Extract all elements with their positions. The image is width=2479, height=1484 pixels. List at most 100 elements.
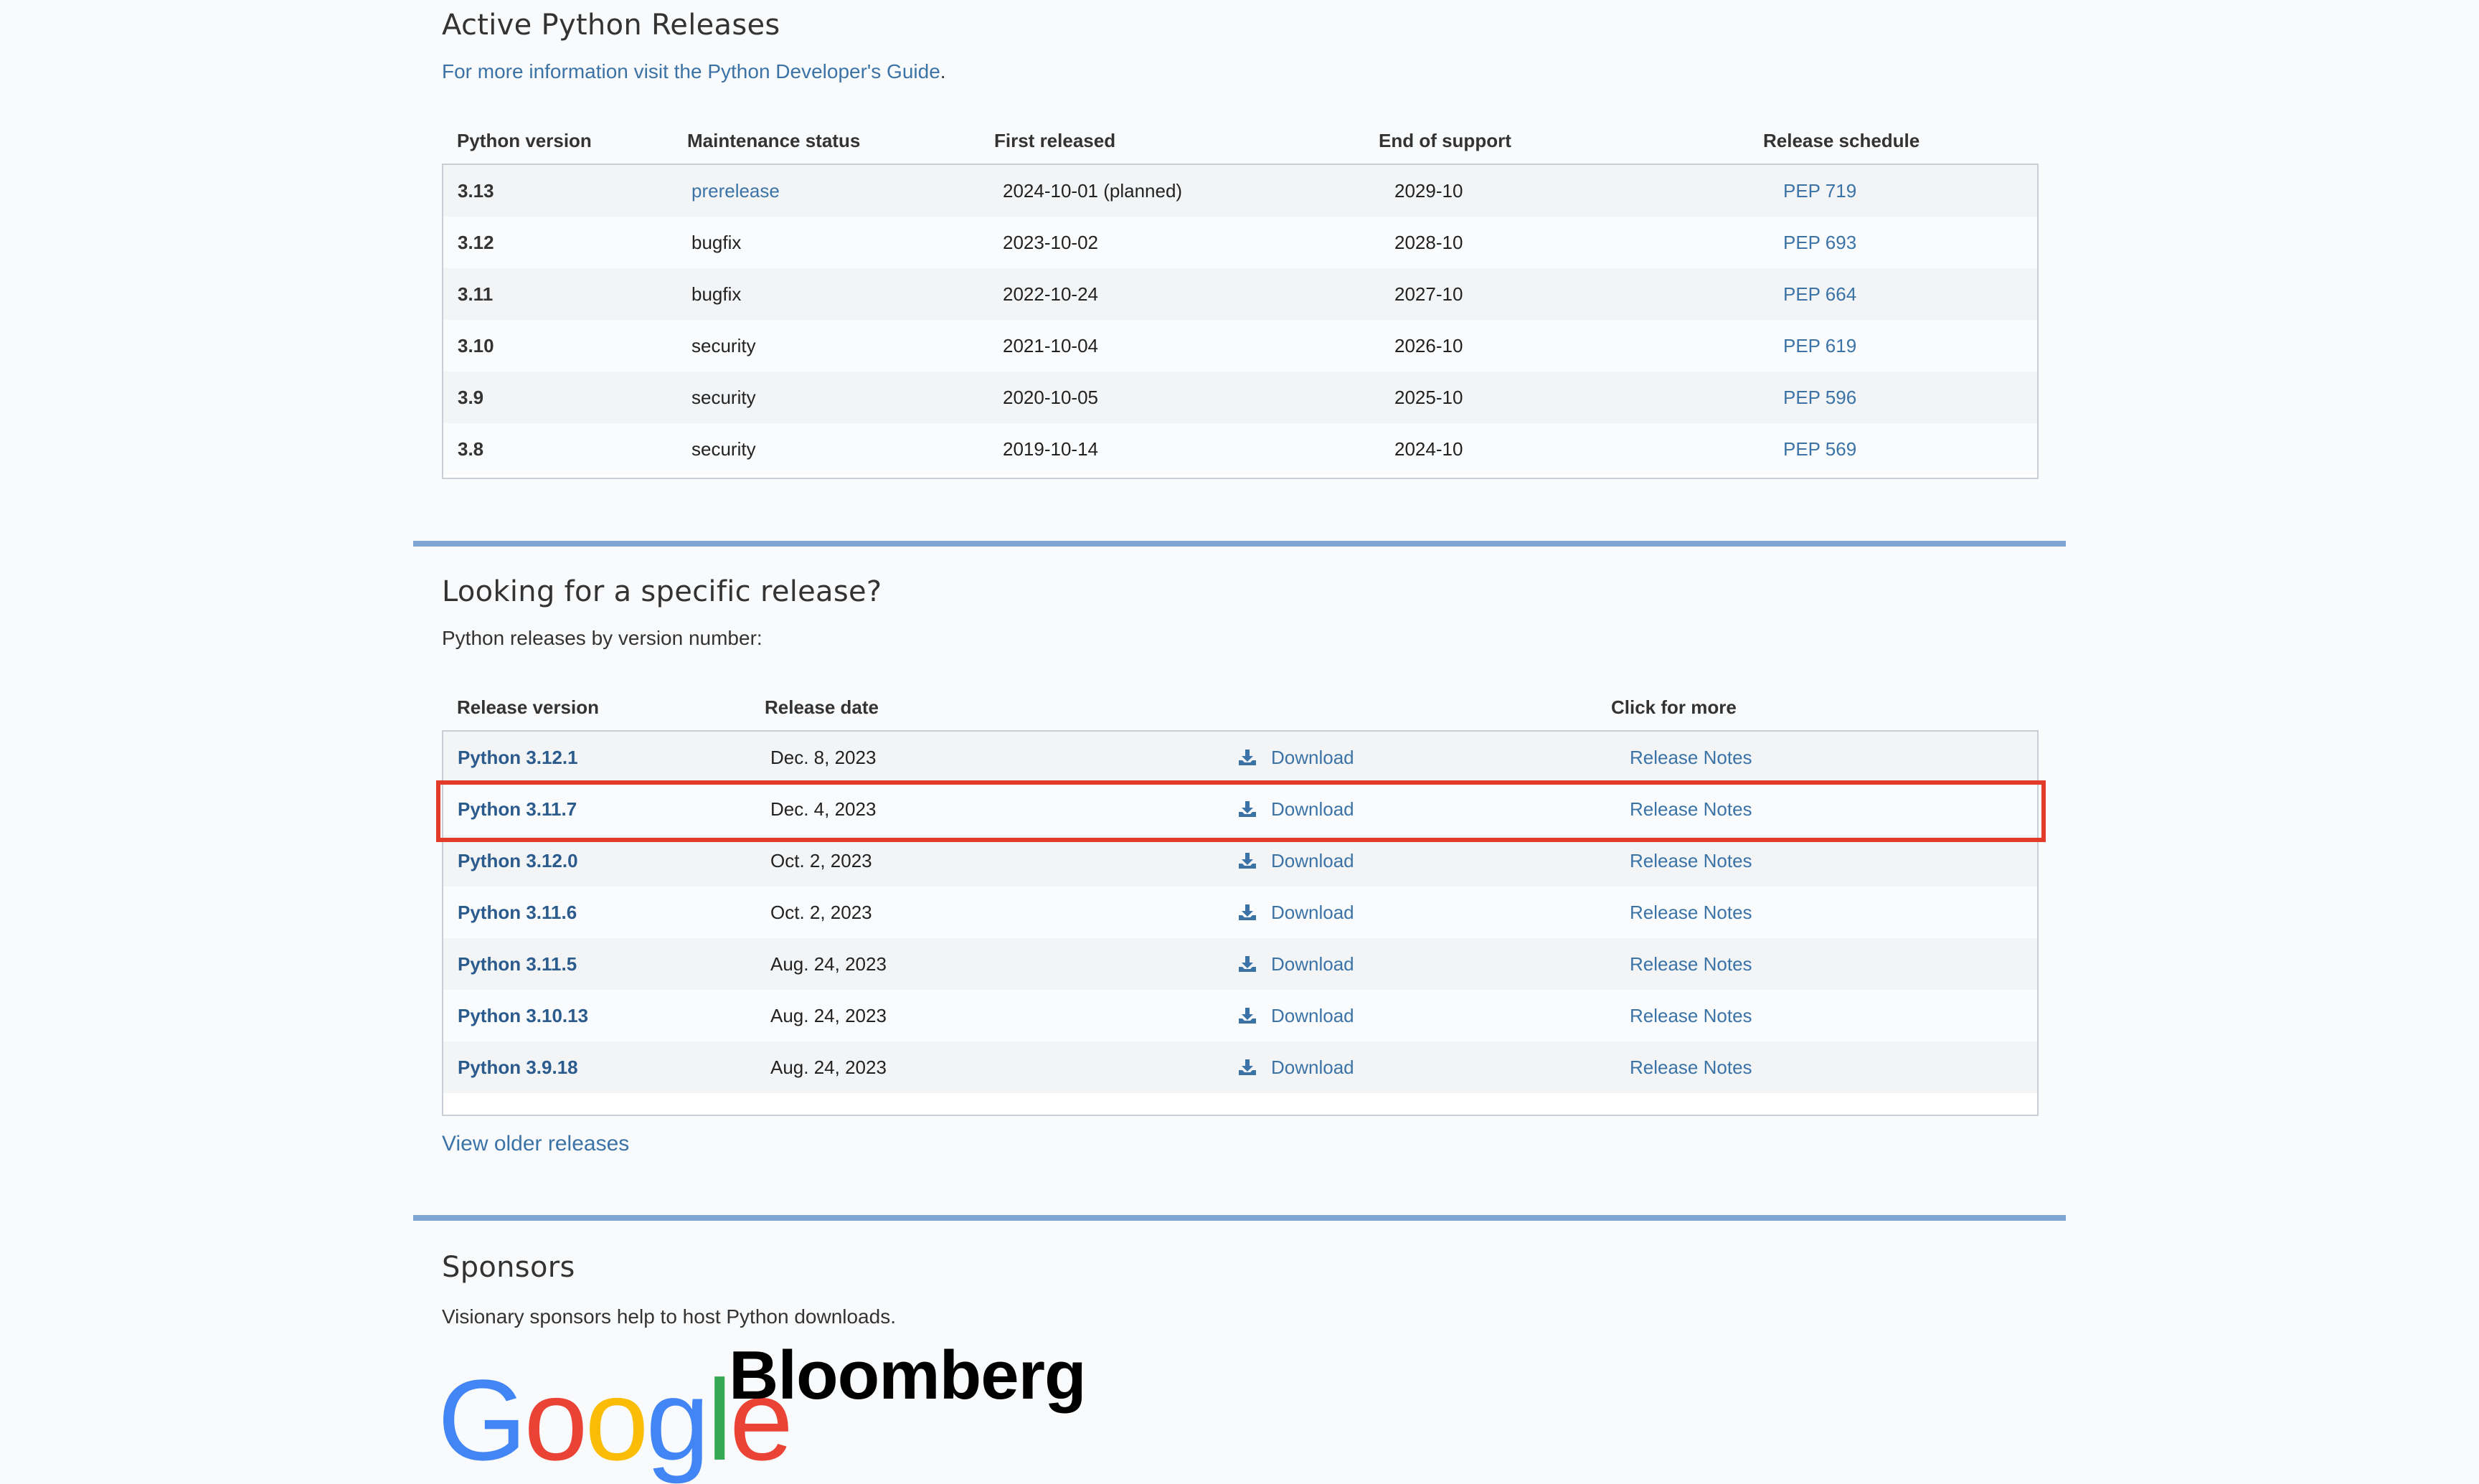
header-maintenance-status: Maintenance status [687,130,861,151]
header-first-released: First released [994,130,1116,151]
end-of-support: 2024-10 [1394,438,1463,460]
python-version: 3.8 [458,438,484,460]
pep-link[interactable]: PEP 596 [1783,372,1856,423]
first-released: 2020-10-05 [1003,387,1098,408]
first-released: 2019-10-14 [1003,438,1098,460]
first-released: 2022-10-24 [1003,283,1098,305]
active-table-header: Python version Maintenance status First … [442,126,2037,164]
python-version: 3.9 [458,387,484,408]
release-version-link[interactable]: Python 3.12.0 [458,835,578,887]
maintenance-status: security [691,387,756,408]
active-releases-info: For more information visit the Python De… [442,60,946,83]
pep-link[interactable]: PEP 693 [1783,217,1856,268]
download-label: Download [1271,1057,1354,1078]
download-link[interactable]: Download [1238,732,1354,783]
release-version-link[interactable]: Python 3.11.5 [458,938,577,990]
bloomberg-logo[interactable]: Bloomberg [729,1341,1087,1410]
end-of-support: 2026-10 [1394,335,1463,356]
release-version-link[interactable]: Python 3.12.1 [458,732,578,783]
release-notes-link[interactable]: Release Notes [1630,732,1752,783]
release-date: Aug. 24, 2023 [770,1057,887,1078]
end-of-support: 2025-10 [1394,387,1463,408]
header-python-version: Python version [457,130,592,151]
pep-link[interactable]: PEP 719 [1783,165,1856,217]
release-notes-link[interactable]: Release Notes [1630,990,1752,1041]
download-icon [1238,941,1257,972]
section-divider-sponsors [413,1215,2066,1221]
release-row: Python 3.9.18 Aug. 24, 2023 Download Releas… [443,1041,2037,1093]
release-notes-link[interactable]: Release Notes [1630,1041,1752,1093]
first-released: 2021-10-04 [1003,335,1098,356]
download-link[interactable]: Download [1238,990,1354,1041]
specific-release-title: Looking for a specific release? [442,575,882,608]
release-row: Python 3.11.6 Oct. 2, 2023 Download Release… [443,887,2037,938]
download-icon [1238,993,1257,1024]
maintenance-status: bugfix [691,283,742,305]
view-older-releases-link[interactable]: View older releases [442,1132,629,1156]
python-version: 3.10 [458,335,494,356]
maintenance-status: security [691,335,756,356]
release-date: Aug. 24, 2023 [770,1005,887,1026]
download-icon [1238,786,1257,817]
downloads-page: Active Python Releases For more informat… [0,0,2479,1478]
download-link[interactable]: Download [1238,938,1354,990]
first-released: 2024-10-01 (planned) [1003,180,1183,202]
python-version: 3.13 [458,180,494,202]
release-notes-link[interactable]: Release Notes [1630,835,1752,887]
specific-release-subtitle: Python releases by version number: [442,627,762,649]
release-date: Oct. 2, 2023 [770,902,872,923]
header-release-schedule: Release schedule [1763,130,1920,151]
release-row: Python 3.12.1 Dec. 8, 2023 Download Release… [443,732,2037,783]
header-end-of-support: End of support [1379,130,1511,151]
pep-link[interactable]: PEP 619 [1783,320,1856,372]
release-row: Python 3.11.7 Dec. 4, 2023 Download Release… [443,783,2037,835]
pep-link[interactable]: PEP 664 [1783,268,1856,320]
release-notes-link[interactable]: Release Notes [1630,887,1752,938]
release-list[interactable]: Python 3.12.1 Dec. 8, 2023 Download Release… [442,730,2039,1116]
download-link[interactable]: Download [1238,783,1354,835]
release-table-header: Release version Release date Click for m… [442,693,2037,730]
developers-guide-link[interactable]: For more information visit the Python De… [442,60,940,82]
release-version-link[interactable]: Python 3.11.6 [458,887,577,938]
download-link[interactable]: Download [1238,1041,1354,1093]
release-version-link[interactable]: Python 3.9.18 [458,1041,578,1093]
release-notes-link[interactable]: Release Notes [1630,938,1752,990]
download-label: Download [1271,1005,1354,1026]
maintenance-status: security [691,438,756,460]
python-version: 3.12 [458,232,494,253]
download-link[interactable]: Download [1238,887,1354,938]
header-release-version: Release version [457,696,600,718]
download-icon [1238,1044,1257,1075]
active-release-row: 3.13 prerelease 2024-10-01 (planned) 2029-1… [443,165,2037,217]
active-release-row: 3.9 security 2020-10-05 2025-10 PEP 596 [443,372,2037,423]
release-version-link[interactable]: Python 3.10.13 [458,990,588,1041]
release-row: Python 3.12.0 Oct. 2, 2023 Download Release… [443,835,2037,887]
download-label: Download [1271,953,1354,975]
download-icon [1238,889,1257,920]
pep-link[interactable]: PEP 569 [1783,423,1856,475]
end-of-support: 2029-10 [1394,180,1463,202]
download-label: Download [1271,902,1354,923]
download-label: Download [1271,850,1354,871]
release-date: Oct. 2, 2023 [770,850,872,871]
download-label: Download [1271,798,1354,820]
download-label: Download [1271,747,1354,768]
active-release-row: 3.12 bugfix 2023-10-02 2028-10 PEP 693 [443,217,2037,268]
download-icon [1238,734,1257,765]
python-version: 3.11 [458,283,494,305]
active-release-row: 3.8 security 2019-10-14 2024-10 PEP 569 [443,423,2037,475]
release-date: Dec. 4, 2023 [770,798,877,820]
release-notes-link[interactable]: Release Notes [1630,783,1752,835]
sponsors-subtitle: Visionary sponsors help to host Python d… [442,1305,896,1328]
active-release-row: 3.11 bugfix 2022-10-24 2027-10 PEP 664 [443,268,2037,320]
release-date: Dec. 8, 2023 [770,747,877,768]
download-link[interactable]: Download [1238,835,1354,887]
sponsors-title: Sponsors [442,1251,575,1284]
active-releases-table: 3.13 prerelease 2024-10-01 (planned) 2029-1… [442,164,2039,479]
download-icon [1238,838,1257,869]
release-date: Aug. 24, 2023 [770,953,887,975]
maintenance-status-link[interactable]: prerelease [691,165,780,217]
release-version-link[interactable]: Python 3.11.7 [458,783,577,835]
release-row: Python 3.11.5 Aug. 24, 2023 Download Releas… [443,938,2037,990]
first-released: 2023-10-02 [1003,232,1098,253]
